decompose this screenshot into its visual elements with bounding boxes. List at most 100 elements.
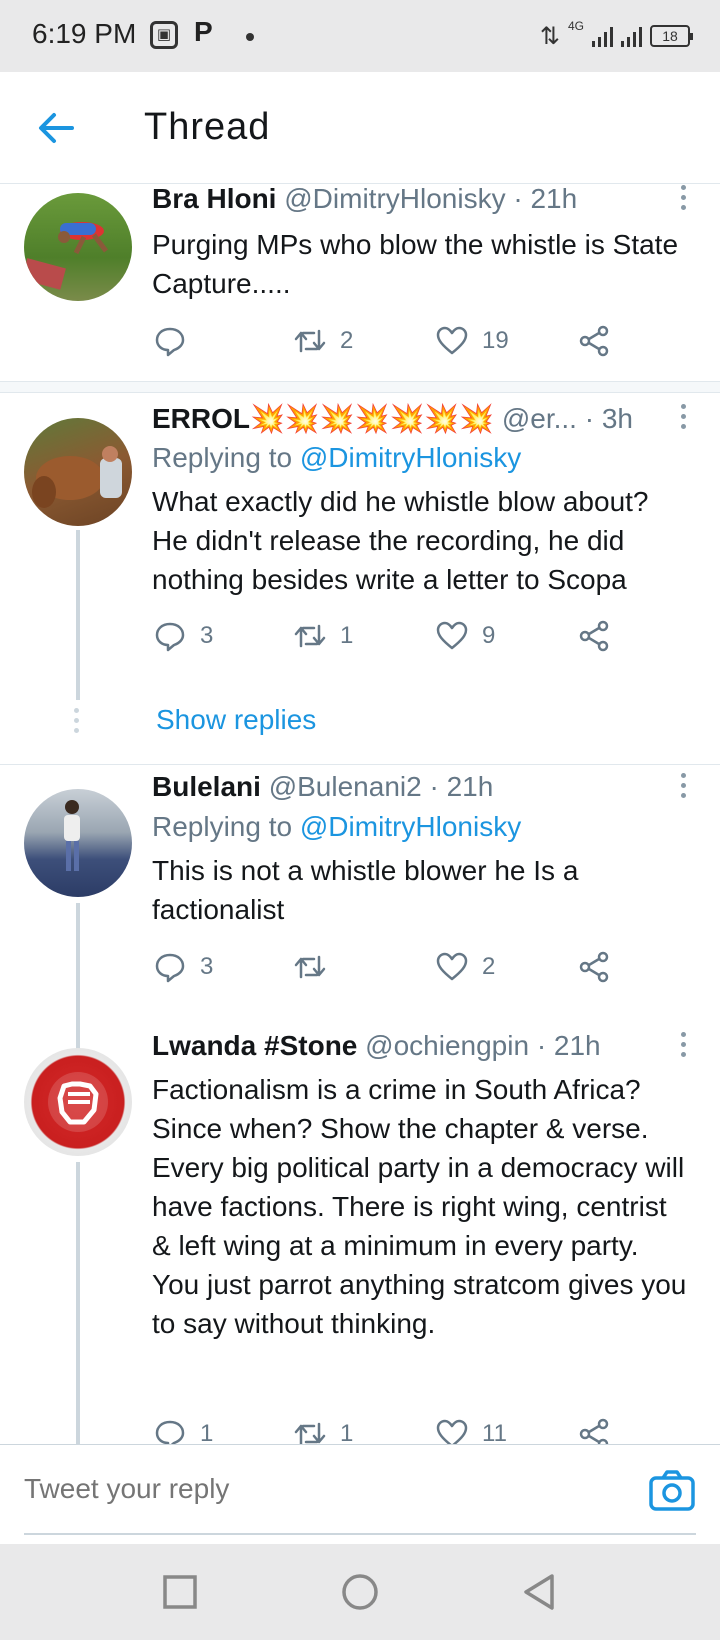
retweet-button[interactable]: 2 bbox=[294, 321, 353, 361]
tweet-text: Factionalism is a crime in South Africa?… bbox=[152, 1074, 687, 1339]
share-icon bbox=[579, 620, 609, 652]
reply-icon bbox=[155, 327, 185, 357]
share-button[interactable] bbox=[578, 321, 610, 361]
home-button[interactable] bbox=[340, 1572, 380, 1612]
battery-level: 18 bbox=[662, 28, 678, 44]
author-name[interactable]: Bra Hloni bbox=[152, 183, 276, 214]
more-options-icon[interactable] bbox=[678, 404, 688, 434]
gallery-notification-icon: ▣ bbox=[150, 21, 178, 49]
share-icon bbox=[579, 325, 609, 357]
more-options-icon[interactable] bbox=[678, 185, 688, 215]
camera-icon bbox=[649, 1470, 695, 1511]
back-nav-button[interactable] bbox=[520, 1572, 560, 1612]
retweet-button[interactable]: 1 bbox=[294, 616, 353, 656]
like-count: 2 bbox=[482, 953, 496, 980]
tweet-actions: 1 1 11 bbox=[152, 1414, 632, 1444]
app-header: Thread bbox=[0, 72, 720, 184]
replying-to-label: Replying to bbox=[152, 811, 293, 842]
retweet-button[interactable]: 1 bbox=[294, 1414, 353, 1444]
tweet-errol[interactable]: ERROL💥💥💥💥💥💥💥 @er... · 3h Replying to @Di… bbox=[0, 396, 720, 764]
share-icon bbox=[579, 1418, 609, 1444]
show-replies-link[interactable]: Show replies bbox=[156, 704, 316, 736]
retweet-button[interactable] bbox=[294, 947, 340, 987]
share-button[interactable] bbox=[578, 947, 610, 987]
replying-to-label: Replying to bbox=[152, 442, 293, 473]
author-name[interactable]: Bulelani bbox=[152, 771, 261, 802]
data-transfer-icon: ⇅ bbox=[539, 22, 560, 50]
tweet-actions: 3 1 9 bbox=[152, 616, 632, 656]
triangle-back-icon bbox=[524, 1574, 554, 1610]
like-count: 11 bbox=[482, 1420, 507, 1444]
tweet-time: · 3h bbox=[584, 403, 633, 434]
reply-icon bbox=[155, 1420, 185, 1444]
retweet-icon bbox=[294, 624, 326, 648]
avatar[interactable] bbox=[24, 1048, 132, 1156]
thread-line bbox=[76, 530, 80, 700]
app-notification-icon: P bbox=[194, 16, 213, 47]
author-handle: @ochiengpin bbox=[365, 1030, 530, 1061]
avatar[interactable] bbox=[24, 789, 132, 897]
avatar[interactable] bbox=[24, 193, 132, 301]
replying-to-mention[interactable]: @DimitryHlonisky bbox=[300, 811, 521, 842]
like-button[interactable]: 11 bbox=[436, 1414, 507, 1444]
reply-count: 3 bbox=[200, 622, 214, 649]
retweet-count: 1 bbox=[340, 622, 354, 649]
signal-strength-2-icon bbox=[621, 25, 642, 47]
author-name[interactable]: ERROL💥💥💥💥💥💥💥 bbox=[152, 403, 494, 434]
tweet-time: · 21h bbox=[429, 771, 494, 802]
battery-icon: 18 bbox=[650, 25, 693, 47]
recents-button[interactable] bbox=[160, 1572, 200, 1612]
status-time: 6:19 PM bbox=[32, 18, 137, 49]
reply-button[interactable] bbox=[154, 321, 200, 361]
replying-to: Replying to @DimitryHlonisky bbox=[152, 811, 521, 843]
reply-icon bbox=[155, 622, 185, 652]
share-icon bbox=[579, 951, 609, 983]
heart-icon bbox=[436, 326, 468, 355]
reply-count: 1 bbox=[200, 1420, 214, 1444]
retweet-icon bbox=[294, 1422, 326, 1444]
reply-icon bbox=[155, 953, 185, 983]
retweet-icon bbox=[294, 955, 326, 979]
tweet-header: ERROL💥💥💥💥💥💥💥 @er... · 3h bbox=[152, 402, 672, 435]
tweet-text: Purging MPs who blow the whistle is Stat… bbox=[152, 229, 679, 299]
reply-count: 3 bbox=[200, 953, 214, 980]
author-name[interactable]: Lwanda #Stone bbox=[152, 1030, 357, 1061]
replying-to-mention[interactable]: @DimitryHlonisky bbox=[300, 442, 521, 473]
tweet-bra-hloni[interactable]: Bra Hloni @DimitryHlonisky · 21h Purging… bbox=[0, 183, 720, 381]
share-button[interactable] bbox=[578, 616, 610, 656]
more-options-icon[interactable] bbox=[678, 1032, 688, 1062]
square-icon bbox=[163, 1575, 197, 1609]
avatar[interactable] bbox=[24, 418, 132, 526]
tweet-time: · 21h bbox=[513, 183, 578, 214]
tweet-bulelani[interactable]: Bulelani @Bulenani2 · 21h Replying to @D… bbox=[0, 765, 720, 1073]
tweet-lwanda-stone[interactable]: Lwanda #Stone @ochiengpin · 21h Factiona… bbox=[0, 1024, 720, 1444]
reply-input-underline bbox=[24, 1533, 696, 1535]
tweet-actions: 2 19 bbox=[152, 321, 632, 361]
reply-button[interactable]: 3 bbox=[154, 947, 213, 987]
like-button[interactable]: 19 bbox=[436, 321, 509, 361]
more-options-icon[interactable] bbox=[678, 773, 688, 803]
arrow-left-icon bbox=[39, 113, 74, 143]
retweet-count: 2 bbox=[340, 327, 354, 354]
like-count: 9 bbox=[482, 622, 496, 649]
heart-icon bbox=[436, 621, 468, 650]
page-title: Thread bbox=[144, 106, 271, 148]
thread-gap-dots-icon bbox=[74, 708, 80, 738]
replying-to: Replying to @DimitryHlonisky bbox=[152, 442, 521, 474]
tweet-reply-input[interactable] bbox=[24, 1473, 584, 1505]
like-button[interactable]: 9 bbox=[436, 616, 495, 656]
share-button[interactable] bbox=[578, 1414, 610, 1444]
network-type: 4G bbox=[567, 19, 584, 33]
tweet-header: Lwanda #Stone @ochiengpin · 21h bbox=[152, 1030, 672, 1062]
status-indicators: ⇅ 4G 18 bbox=[539, 19, 693, 52]
author-handle: @er... bbox=[501, 403, 577, 434]
back-button[interactable] bbox=[34, 106, 78, 150]
tweet-header: Bulelani @Bulenani2 · 21h bbox=[152, 771, 672, 803]
camera-button[interactable] bbox=[648, 1469, 696, 1513]
tweet-text: This is not a whistle blower he Is a fac… bbox=[152, 855, 579, 925]
reply-button[interactable]: 1 bbox=[154, 1414, 213, 1444]
like-button[interactable]: 2 bbox=[436, 947, 495, 987]
reply-button[interactable]: 3 bbox=[154, 616, 213, 656]
status-bar: 6:19 PM ▣ P ⇅ 4G 18 bbox=[0, 0, 720, 72]
retweet-count: 1 bbox=[340, 1420, 354, 1444]
